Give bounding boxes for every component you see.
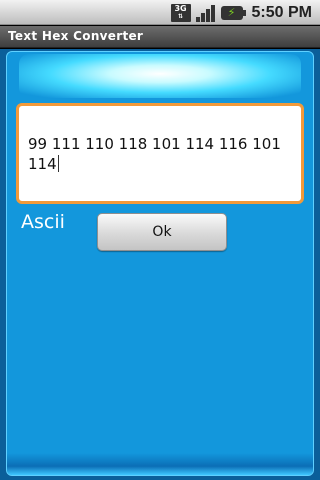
status-clock: 5:50 PM (251, 3, 312, 21)
title-bar: Text Hex Converter (0, 26, 320, 48)
charging-bolt-icon: ⚡ (227, 6, 236, 19)
text-caret (57, 155, 59, 172)
text-input-field[interactable]: 99 111 110 118 101 114 116 101 114 (16, 103, 304, 204)
bottom-glow-decoration (7, 453, 313, 475)
status-icons: 3G ⇅ ⚡ 5:50 PM (170, 3, 312, 22)
mode-label: Ascii (21, 211, 65, 233)
top-glow-decoration (19, 54, 301, 98)
signal-strength-icon (195, 4, 216, 22)
3g-data-icon: 3G ⇅ (170, 3, 191, 22)
data-arrows: ⇅ (178, 13, 184, 20)
ok-button-label: Ok (152, 224, 172, 240)
battery-charging-icon: ⚡ (220, 5, 246, 20)
network-label: 3G (174, 4, 187, 13)
status-bar: 3G ⇅ ⚡ 5:50 PM (0, 0, 320, 25)
app-title: Text Hex Converter (8, 29, 144, 43)
text-input-value: 99 111 110 118 101 114 116 101 114 (28, 135, 281, 173)
ok-button[interactable]: Ok (97, 213, 227, 251)
